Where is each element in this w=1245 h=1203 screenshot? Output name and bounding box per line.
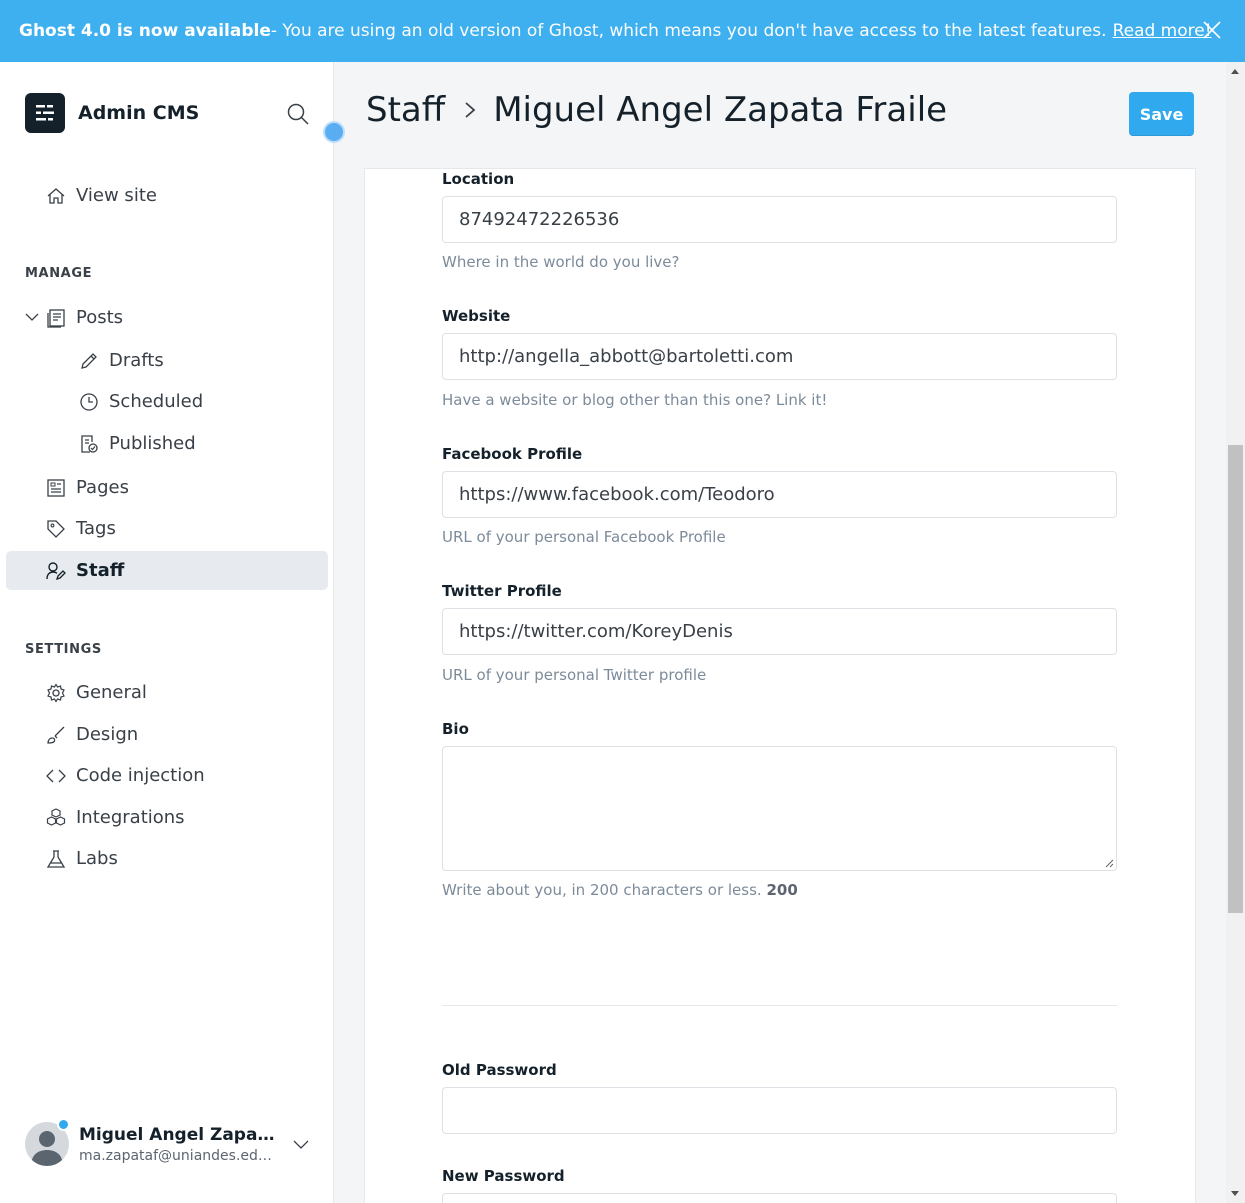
scroll-up-arrow-icon[interactable] [1231, 69, 1239, 74]
code-icon [45, 765, 67, 787]
sidebar-item-scheduled[interactable]: Scheduled [6, 382, 328, 421]
sidebar-item-label: General [76, 682, 147, 703]
sidebar-item-tags[interactable]: Tags [6, 509, 328, 548]
chevron-down-icon[interactable] [292, 1135, 310, 1153]
sidebar-item-label: Integrations [76, 807, 185, 828]
bio-hint-text: Write about you, in 200 characters or le… [442, 881, 762, 899]
settings-section-label: SETTINGS [25, 642, 102, 657]
home-icon [45, 185, 67, 207]
bio-hint: Write about you, in 200 characters or le… [442, 881, 798, 899]
location-hint: Where in the world do you live? [442, 253, 680, 271]
chevron-right-icon [461, 98, 479, 122]
sidebar-item-label: Published [109, 433, 196, 454]
user-menu[interactable]: Miguel Angel Zapata F... ma.zapataf@unia… [25, 1116, 315, 1172]
banner-title: Ghost 4.0 is now available [19, 21, 271, 41]
sidebar-item-published[interactable]: Published [6, 424, 328, 463]
facebook-hint: URL of your personal Facebook Profile [442, 528, 726, 546]
sidebar-item-label: Pages [76, 477, 129, 498]
website-input[interactable]: http://angella_abbott@bartoletti.com [442, 333, 1117, 380]
location-input[interactable]: 87492472226536 [442, 196, 1117, 243]
posts-icon [45, 307, 67, 329]
facebook-label: Facebook Profile [442, 445, 583, 463]
sidebar-item-label: Scheduled [109, 391, 204, 412]
sidebar-item-code-injection[interactable]: Code injection [6, 756, 328, 795]
twitter-input[interactable]: https://twitter.com/KoreyDenis [442, 608, 1117, 655]
banner-message: - You are using an old version of Ghost,… [270, 21, 1107, 41]
user-email: ma.zapataf@uniandes.edu... [79, 1147, 279, 1164]
update-banner: Ghost 4.0 is now available - You are usi… [0, 0, 1245, 62]
cursor-indicator [323, 121, 345, 143]
tag-icon [45, 518, 67, 540]
sidebar-item-label: Labs [76, 848, 118, 869]
sidebar-item-label: Design [76, 724, 139, 745]
save-button[interactable]: Save [1129, 92, 1194, 136]
brand-logo-icon [25, 93, 65, 133]
bio-label: Bio [442, 720, 469, 738]
new-password-input[interactable] [442, 1193, 1117, 1203]
sidebar-item-label: Posts [76, 307, 124, 328]
facebook-input[interactable]: https://www.facebook.com/Teodoro [442, 471, 1117, 518]
published-icon [78, 433, 100, 455]
staff-icon [45, 560, 67, 582]
sidebar-item-pages[interactable]: Pages [6, 468, 328, 507]
status-dot [57, 1118, 70, 1131]
brand-name: Admin CMS [78, 102, 200, 124]
divider [442, 1005, 1117, 1006]
search-icon[interactable] [286, 102, 310, 126]
sidebar-item-view-site[interactable]: View site [6, 176, 328, 215]
integrations-icon [45, 807, 67, 829]
sidebar-item-staff[interactable]: Staff [6, 551, 328, 590]
sidebar-item-label: View site [76, 185, 157, 206]
bio-char-count: 200 [766, 881, 798, 899]
gear-icon [45, 682, 67, 704]
page-title: Staff Miguel Angel Zapata Fraile [366, 90, 947, 130]
sidebar-item-label: Tags [76, 518, 116, 539]
scroll-thumb[interactable] [1228, 445, 1243, 913]
sidebar-item-drafts[interactable]: Drafts [6, 341, 328, 380]
twitter-hint: URL of your personal Twitter profile [442, 666, 707, 684]
banner-read-more-link[interactable]: Read more! [1113, 21, 1212, 41]
sidebar-item-label: Code injection [76, 765, 205, 786]
new-password-label: New Password [442, 1167, 565, 1185]
brush-icon [45, 724, 67, 746]
bio-textarea[interactable] [442, 746, 1117, 871]
clock-icon [78, 391, 100, 413]
old-password-input[interactable] [442, 1087, 1117, 1134]
pencil-icon [78, 350, 100, 372]
sidebar-item-labs[interactable]: Labs [6, 839, 328, 878]
breadcrumb-staff[interactable]: Staff [366, 90, 445, 130]
sidebar-item-posts[interactable]: Posts [6, 298, 328, 337]
website-label: Website [442, 307, 511, 325]
manage-section-label: MANAGE [25, 266, 93, 281]
sidebar-item-integrations[interactable]: Integrations [6, 798, 328, 837]
brand[interactable]: Admin CMS [25, 93, 199, 133]
twitter-label: Twitter Profile [442, 582, 562, 600]
scroll-down-arrow-icon[interactable] [1231, 1191, 1239, 1196]
old-password-label: Old Password [442, 1061, 557, 1079]
location-label: Location [442, 170, 515, 188]
user-name: Miguel Angel Zapata F... [79, 1124, 279, 1145]
close-icon[interactable] [1201, 19, 1223, 41]
website-hint: Have a website or blog other than this o… [442, 391, 828, 409]
sidebar: Admin CMS View site MANAGE Posts Drafts … [0, 62, 334, 1203]
sidebar-item-label: Staff [76, 560, 125, 581]
sidebar-item-general[interactable]: General [6, 673, 328, 712]
flask-icon [45, 848, 67, 870]
staff-member-name: Miguel Angel Zapata Fraile [493, 90, 948, 130]
sidebar-item-design[interactable]: Design [6, 715, 328, 754]
resize-handle-icon[interactable] [1104, 858, 1114, 868]
scrollbar[interactable] [1226, 62, 1245, 1203]
pages-icon [45, 477, 67, 499]
sidebar-item-label: Drafts [109, 350, 164, 371]
